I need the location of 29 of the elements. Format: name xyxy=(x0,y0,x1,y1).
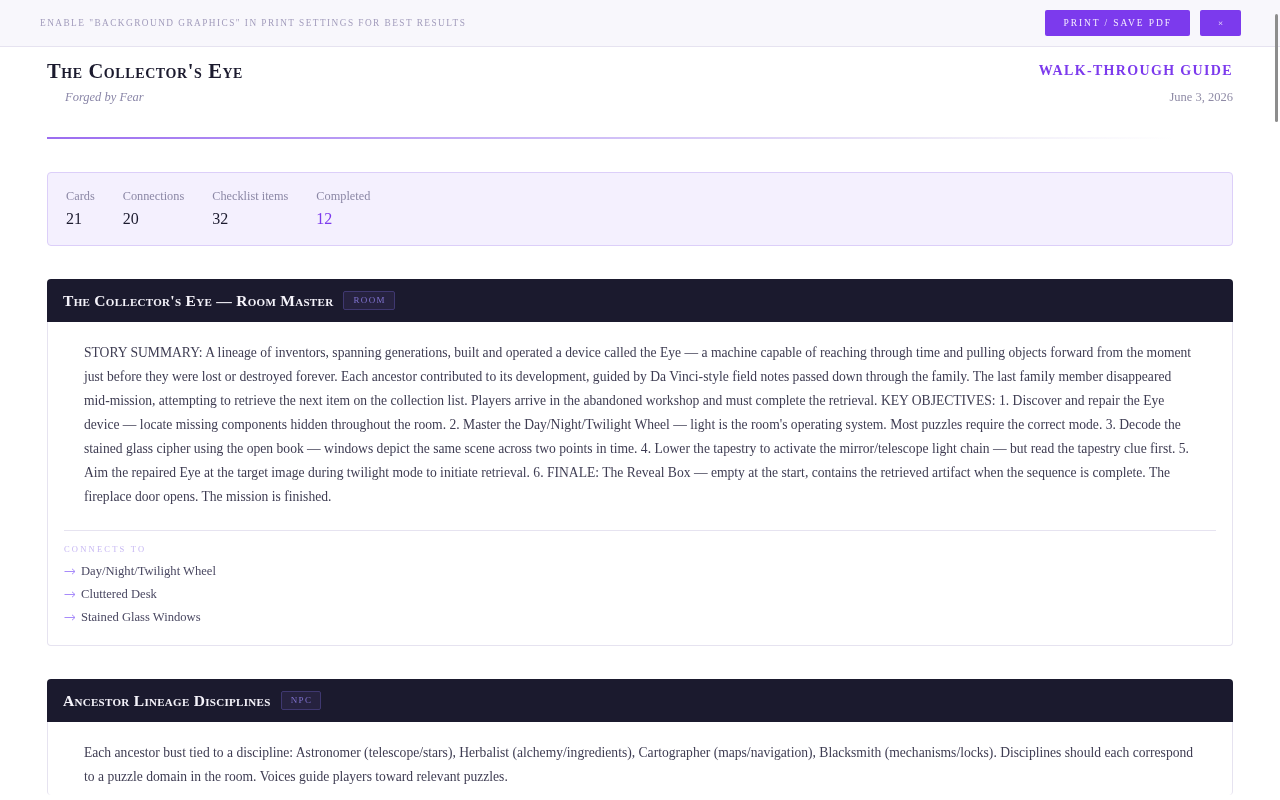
arrow-icon xyxy=(64,614,76,621)
card-description: Each ancestor bust tied to a discipline: Astronomer (telescope/stars), Herbalist (alchemy/ingredients), Cartographer (maps/navigation), Blacksmith (mechanisms/locks). Disciplines should each correspond to a puzzle domain in the room. Voices guide players toward relevant puzzles. xyxy=(84,744,1195,786)
connection-item: Stained Glass Windows xyxy=(81,610,201,625)
connection-item: Cluttered Desk xyxy=(81,587,157,602)
arrow-icon xyxy=(64,568,76,575)
stat-label: Connections xyxy=(122,188,185,204)
stat-value: 12 xyxy=(316,209,334,229)
stat-value: 32 xyxy=(212,209,230,229)
type-badge: NPC xyxy=(280,691,322,710)
card-title: Ancestor Lineage Disciplines xyxy=(63,691,271,710)
close-button[interactable]: × xyxy=(1199,10,1241,36)
stat-value: 21 xyxy=(66,209,83,229)
print-hint-text: ENABLE "BACKGROUND GRAPHICS" IN PRINT SETTINGS FOR BEST RESULTS xyxy=(40,18,467,28)
connects-heading: CONNECTS TO xyxy=(64,543,148,555)
guide-label: WALK-THROUGH GUIDE xyxy=(1038,62,1233,80)
scrollbar-thumb[interactable] xyxy=(1275,14,1278,122)
type-badge: ROOM xyxy=(343,291,395,310)
stat-value: 20 xyxy=(122,209,140,229)
stat-label: Checklist items xyxy=(212,188,289,204)
subtitle: Forged by Fear xyxy=(65,89,145,105)
connection-item: Day/Night/Twilight Wheel xyxy=(81,564,216,579)
stat-label: Completed xyxy=(316,188,371,204)
stat-label: Cards xyxy=(66,188,95,204)
document-title: The Collector's Eye xyxy=(47,59,244,83)
date-text: June 3, 2026 xyxy=(1169,89,1233,105)
card-description: STORY SUMMARY: A lineage of inventors, spanning generations, built and operated a device called the Eye — a machine capable of reaching through time and pulling objects forward from the moment just before they were lost or destroyed forever. Each ancestor contributed to its development, guided by Da Vinci-style field notes passed down through the family. The last family member disappeared mid-mission, attempting to retrieve the next item on the collection list. Players arrive in the abandoned workshop and must complete the retrieval. KEY OBJECTIVES: 1. Discover and repair the Eye device — locate missing components hidden throughout the room. 2. Master the Day/Night/Twilight Wheel — light is the room's operating system. Most puzzles require the correct mode. 3. Decode the stained glass cipher using the open book — windows depict the same scene across two points in time. 4. Lower the tapestry to activate the mirror/telescope light chain — but read the tapestry clue first. 5. Aim the repaired Eye at the target image during twilight mode to initiate retrieval. 6. FINALE: The Reveal Box — empty at the start, contains the retrieved artifact when the sequence is complete. The fireplace door opens. The mission is finished. xyxy=(84,344,1193,506)
arrow-icon xyxy=(64,591,76,598)
print-button[interactable]: PRINT / SAVE PDF xyxy=(1045,10,1190,36)
card-title: The Collector's Eye — Room Master xyxy=(63,291,334,310)
